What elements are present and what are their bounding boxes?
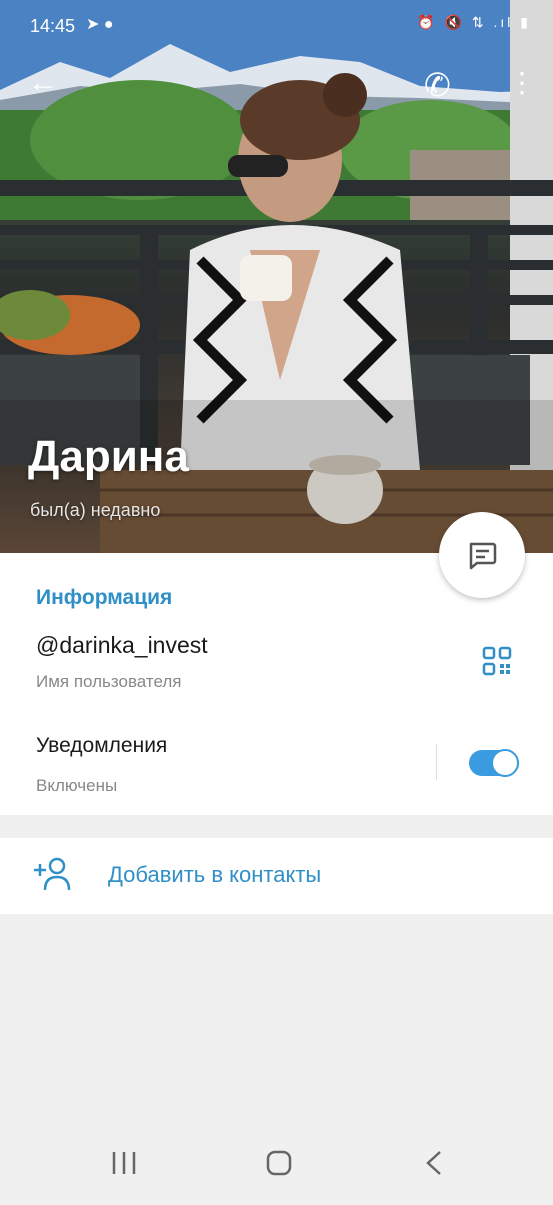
username-caption: Имя пользователя [36,672,182,691]
divider [436,744,437,780]
home-icon[interactable] [266,1150,292,1176]
status-time: 14:45 [30,16,76,36]
add-contact-button[interactable]: Добавить в контакты [108,862,321,888]
profile-last-seen: был(а) недавно [30,500,161,520]
notifications-label[interactable]: Уведомления [36,734,167,758]
chat-icon [469,542,497,570]
toggle-knob [491,749,519,777]
back-icon[interactable] [426,1151,441,1175]
recent-apps-icon[interactable] [112,1152,136,1174]
call-icon[interactable]: ✆ [424,66,451,104]
add-user-icon [34,857,71,891]
info-section-title: Информация [36,586,173,609]
message-button[interactable] [439,512,525,598]
system-navigation-bar [0,1130,553,1200]
username-value[interactable]: @darinka_invest [36,632,208,659]
notification-icons: ➤ ● [86,16,114,33]
more-menu-icon[interactable]: ⋮ [508,66,536,99]
back-arrow-icon[interactable]: ← [28,66,58,100]
qr-code-icon[interactable] [482,646,512,676]
system-icons: ⏰ 🔇 ⇅ .ıl ▮ [417,14,531,30]
notifications-toggle[interactable] [469,749,519,777]
profile-name: Дарина [28,432,189,481]
notifications-status: Включены [36,776,118,795]
status-bar: 14:45 ➤ ● ⏰ 🔇 ⇅ .ıl ▮ [0,0,553,52]
profile-header: 14:45 ➤ ● ⏰ 🔇 ⇅ .ıl ▮ ← ✆ ⋮ Дарина был(а… [0,0,553,553]
